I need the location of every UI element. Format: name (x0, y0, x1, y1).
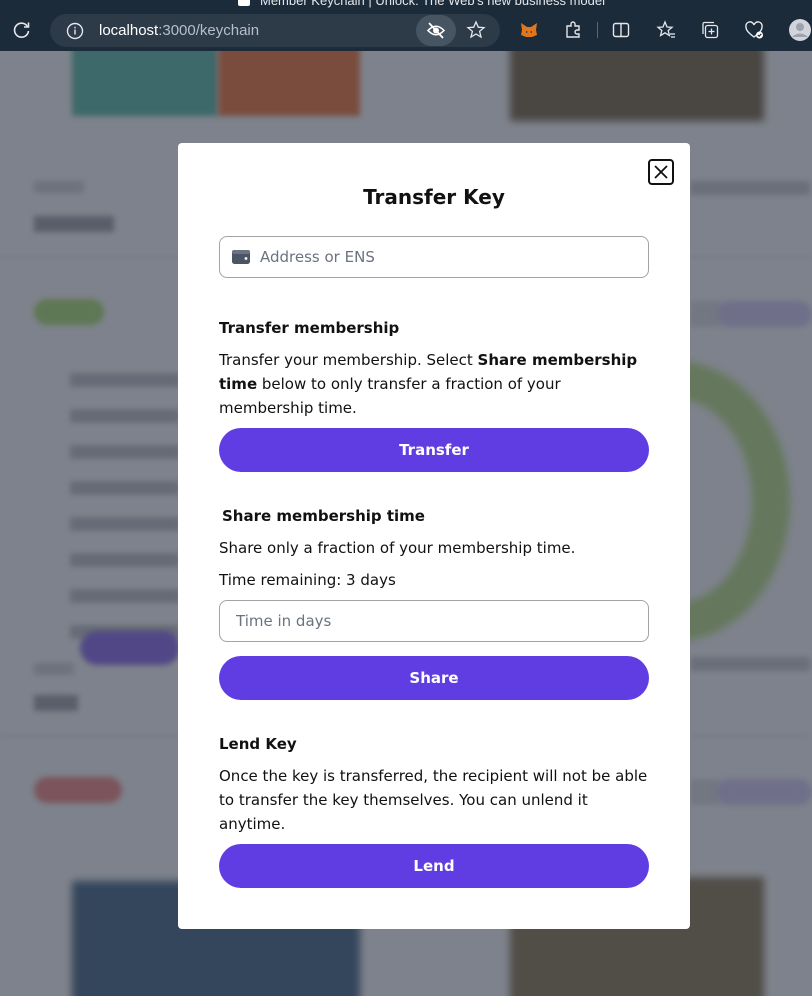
site-info-icon[interactable] (66, 22, 84, 40)
share-membership-title: Share membership time (222, 507, 425, 525)
split-screen-icon[interactable] (611, 20, 631, 40)
tab-favicon (238, 0, 250, 6)
share-button[interactable]: Share (219, 656, 649, 700)
transfer-membership-title: Transfer membership (219, 319, 400, 337)
url-text[interactable]: localhost:3000/keychain (99, 22, 259, 39)
share-membership-description: Share only a fraction of your membership… (219, 539, 576, 557)
lend-button[interactable]: Lend (219, 844, 649, 888)
metamask-icon[interactable] (519, 20, 539, 40)
reload-icon[interactable] (12, 20, 32, 40)
modal-title: Transfer Key (363, 185, 505, 209)
address-input[interactable] (260, 237, 640, 277)
close-button[interactable] (648, 159, 674, 185)
time-remaining: Time remaining: 3 days (219, 571, 396, 589)
extensions-icon[interactable] (563, 20, 583, 40)
browser-toolbar: Member Keychain | Unlock: The Web's new … (0, 0, 812, 51)
days-input[interactable] (236, 601, 636, 641)
favorites-icon[interactable] (656, 20, 676, 40)
transfer-key-modal: Transfer Key Transfer membership Transfe… (178, 143, 690, 929)
address-bar[interactable]: localhost:3000/keychain (50, 14, 500, 47)
browser-essentials-icon[interactable] (744, 20, 764, 40)
days-field[interactable] (219, 600, 649, 642)
collections-icon[interactable] (700, 20, 720, 40)
favorite-star-icon[interactable] (466, 20, 486, 40)
tab-title[interactable]: Member Keychain | Unlock: The Web's new … (260, 0, 605, 8)
toolbar-separator (597, 22, 598, 38)
lend-key-title: Lend Key (219, 735, 297, 753)
transfer-membership-description: Transfer your membership. Select Share m… (219, 351, 638, 417)
tracking-prevention-button[interactable] (416, 15, 456, 46)
wallet-icon (232, 250, 250, 264)
tab-strip[interactable]: Member Keychain | Unlock: The Web's new … (0, 0, 812, 8)
lend-key-description: Once the key is transferred, the recipie… (219, 767, 648, 833)
address-field[interactable] (219, 236, 649, 278)
transfer-button[interactable]: Transfer (219, 428, 649, 472)
eye-slash-icon (426, 22, 446, 39)
close-icon (654, 165, 668, 179)
profile-avatar[interactable] (788, 18, 812, 42)
